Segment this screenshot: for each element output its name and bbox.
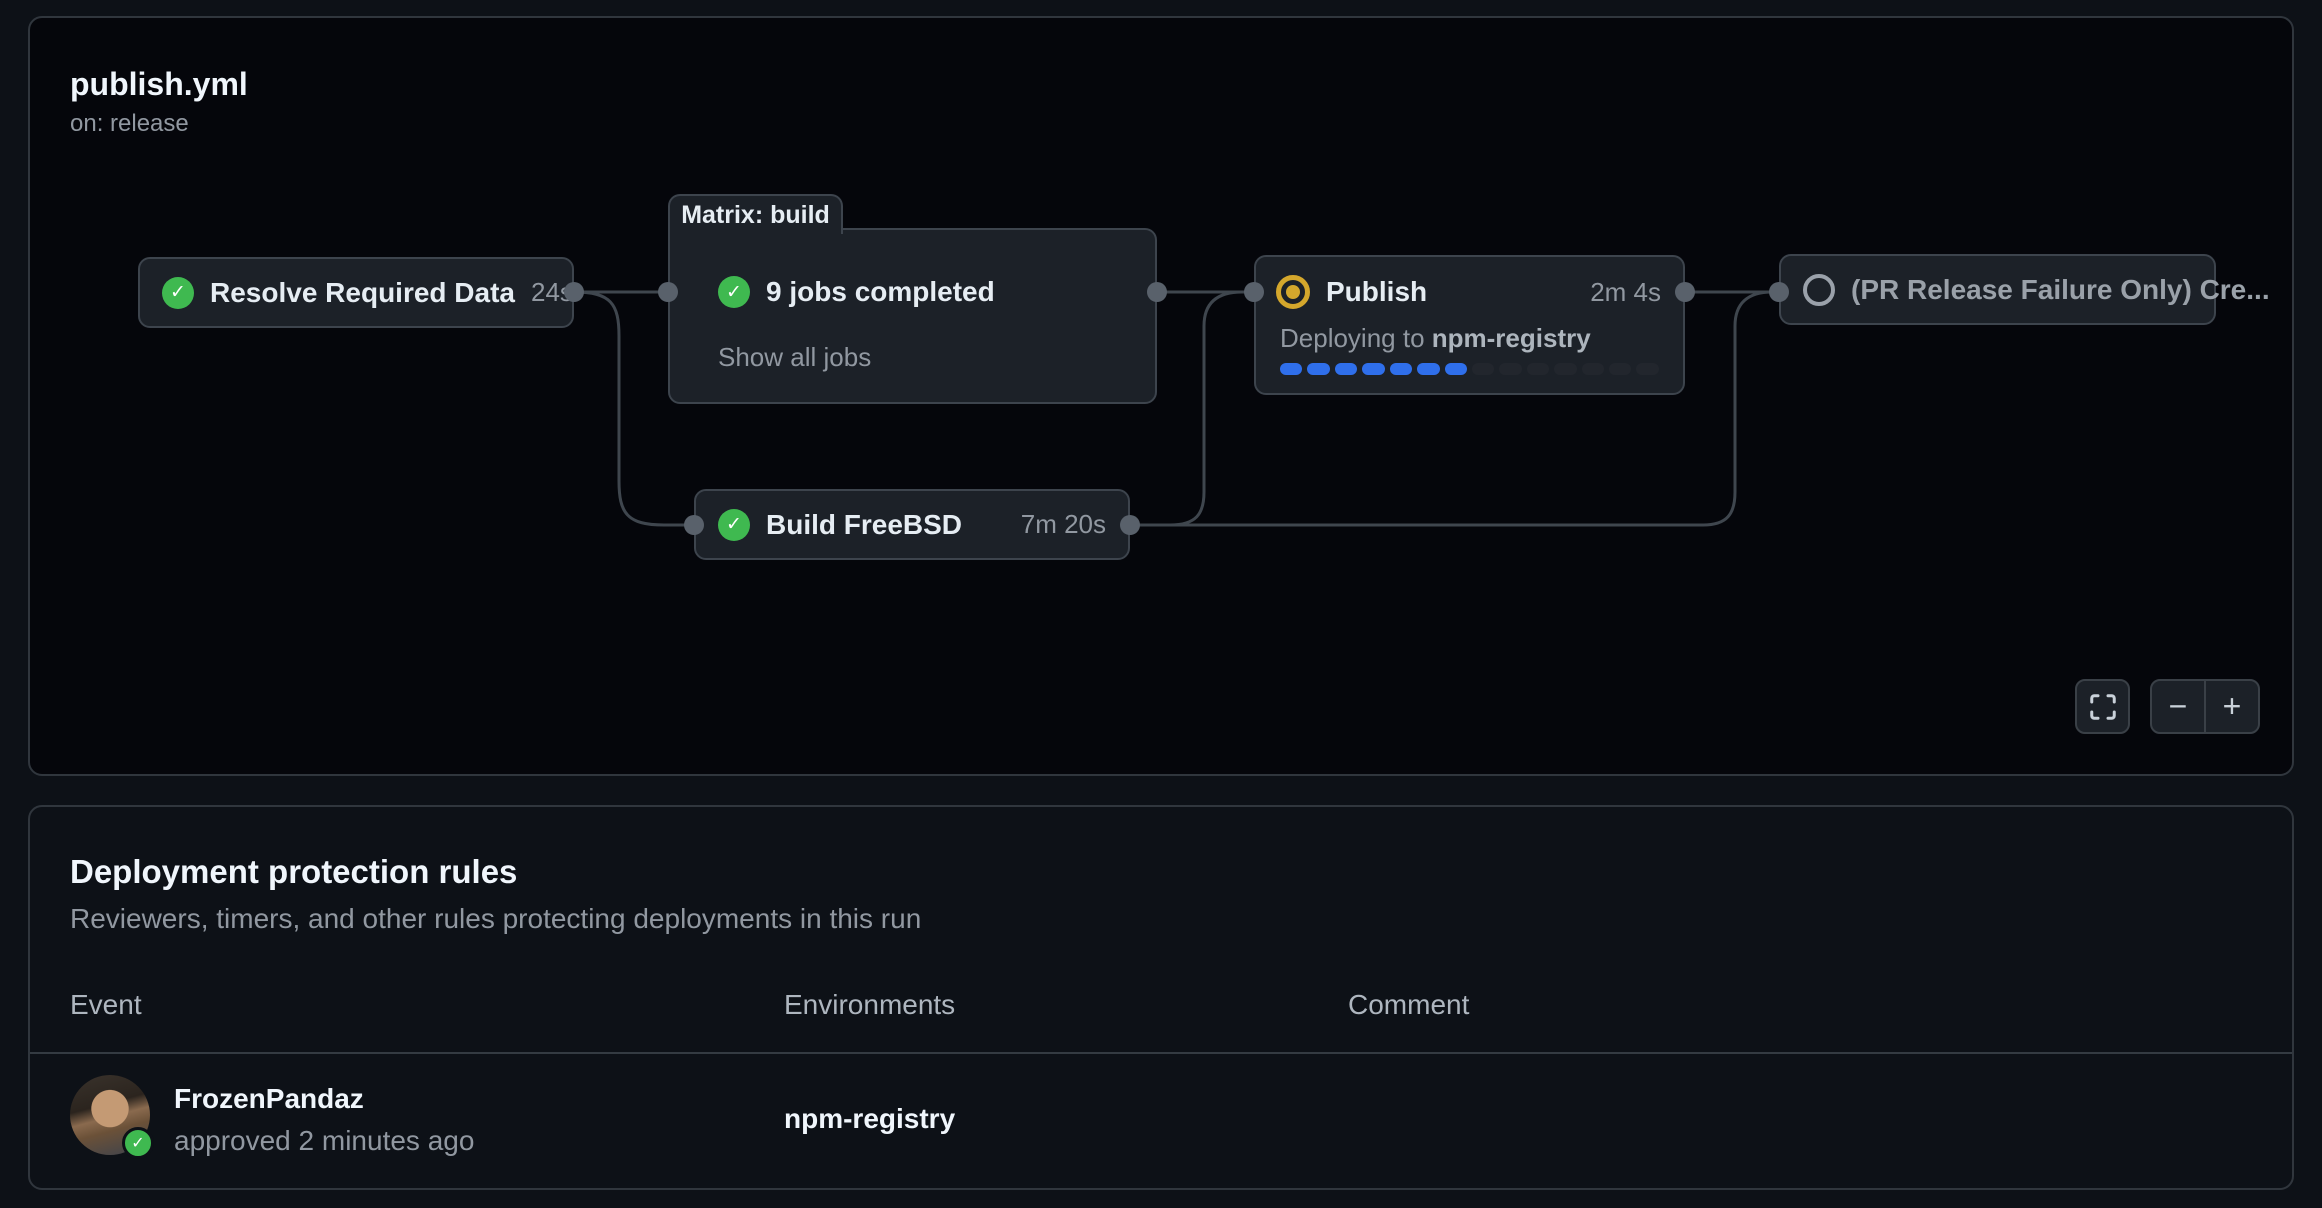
in-progress-icon: [1276, 275, 1310, 309]
connector-dot: [658, 282, 678, 302]
table-header-divider: [30, 1052, 2292, 1054]
approved-badge-icon: ✓: [122, 1127, 154, 1159]
connector-dot: [684, 515, 704, 535]
progress-segment: [1307, 363, 1329, 375]
show-all-jobs-link[interactable]: Show all jobs: [718, 342, 871, 373]
approver-username: FrozenPandaz: [174, 1083, 364, 1115]
column-header-environments: Environments: [784, 989, 955, 1021]
job-node-label: (PR Release Failure Only) Cre...: [1851, 274, 2270, 306]
rules-subtitle: Reviewers, timers, and other rules prote…: [70, 903, 921, 935]
success-check-icon: ✓: [718, 509, 750, 541]
progress-segment: [1527, 363, 1549, 375]
progress-segment: [1582, 363, 1604, 375]
row-environment: npm-registry: [784, 1103, 955, 1135]
progress-segment: [1417, 363, 1439, 375]
pending-circle-icon: [1803, 274, 1835, 306]
progress-segment: [1280, 363, 1302, 375]
job-node-matrix-build[interactable]: ✓ 9 jobs completed Show all jobs: [668, 228, 1157, 404]
matrix-group-tab: Matrix: build: [668, 194, 843, 234]
progress-segment: [1636, 363, 1658, 375]
job-node-label: Resolve Required Data: [210, 277, 515, 309]
progress-segment: [1472, 363, 1494, 375]
column-header-event: Event: [70, 989, 142, 1021]
progress-segment: [1609, 363, 1631, 375]
matrix-tab-label: Matrix: build: [681, 201, 830, 230]
progress-segment: [1335, 363, 1357, 375]
job-node-pr-release-failure[interactable]: (PR Release Failure Only) Cre...: [1779, 254, 2216, 325]
connector-dot: [1120, 515, 1140, 535]
progress-segment: [1390, 363, 1412, 375]
deployment-protection-rules-panel: Deployment protection rules Reviewers, t…: [28, 805, 2294, 1190]
connector-dot: [564, 282, 584, 302]
progress-segment: [1362, 363, 1384, 375]
column-header-comment: Comment: [1348, 989, 1469, 1021]
progress-segment: [1499, 363, 1521, 375]
graph-edges: [30, 18, 2296, 778]
workflow-graph-panel: publish.yml on: release ✓ Resolve Requir…: [28, 16, 2294, 776]
job-node-label: Build FreeBSD: [766, 509, 962, 541]
deploy-status-text: Deploying to npm-registry: [1256, 309, 1683, 354]
success-check-icon: ✓: [162, 277, 194, 309]
connector-dot: [1769, 282, 1789, 302]
job-node-resolve-required-data[interactable]: ✓ Resolve Required Data 24s: [138, 257, 574, 328]
progress-segment: [1554, 363, 1576, 375]
job-node-label: Publish: [1326, 276, 1427, 308]
rules-title: Deployment protection rules: [70, 853, 517, 891]
deploy-progress: [1280, 363, 1659, 375]
matrix-summary-label: 9 jobs completed: [766, 276, 995, 308]
approval-event-text: approved 2 minutes ago: [174, 1125, 474, 1157]
success-check-icon: ✓: [718, 276, 750, 308]
deploy-target: npm-registry: [1432, 323, 1591, 353]
job-duration: 7m 20s: [1021, 509, 1106, 540]
job-duration: 2m 4s: [1590, 277, 1661, 308]
deploy-prefix: Deploying to: [1280, 323, 1432, 353]
connector-dot: [1675, 282, 1695, 302]
job-node-publish[interactable]: Publish 2m 4s Deploying to npm-registry: [1254, 255, 1685, 395]
progress-segment: [1445, 363, 1467, 375]
connector-dot: [1244, 282, 1264, 302]
job-node-build-freebsd[interactable]: ✓ Build FreeBSD 7m 20s: [694, 489, 1130, 560]
connector-dot: [1147, 282, 1167, 302]
